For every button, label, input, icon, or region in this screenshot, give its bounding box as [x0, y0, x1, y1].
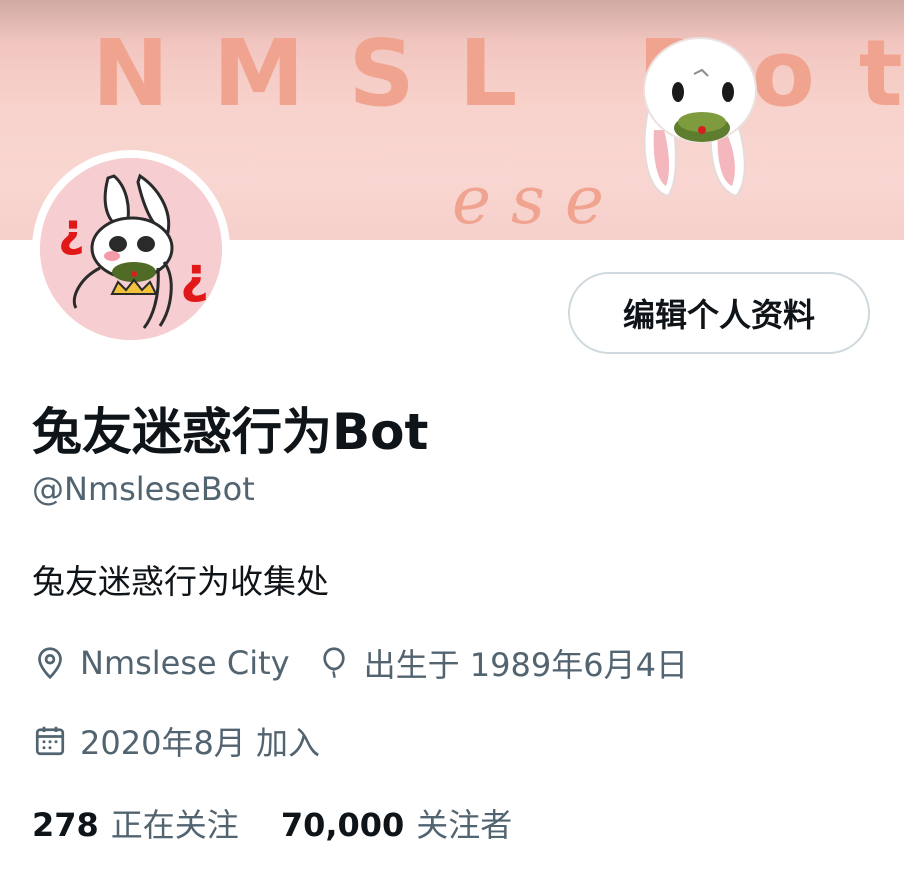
following-count: 278: [32, 806, 99, 844]
avatar-rabbit-image: ¿ ¿: [40, 158, 222, 340]
following-label: 正在关注: [110, 806, 239, 844]
profile-stats: 278 正在关注 70,000 关注者: [32, 800, 554, 846]
profile-avatar[interactable]: ¿ ¿: [32, 150, 230, 348]
profile-location-text: Nmslese City: [80, 644, 290, 682]
svg-text:¿: ¿: [58, 203, 85, 257]
location-pin-icon: [32, 645, 68, 681]
profile-bio: 兔友迷惑行为收集处: [32, 562, 329, 601]
profile-meta-row-1: Nmslese City 出生于 1989年6月4日: [32, 640, 714, 686]
profile-birthday-text: 出生于 1989年6月4日: [363, 646, 688, 684]
followers-label: 关注者: [416, 806, 513, 844]
profile-location: Nmslese City: [32, 644, 290, 682]
profile-handle: @NmsleseBot: [32, 470, 255, 508]
following-link[interactable]: 278 正在关注: [32, 800, 239, 846]
profile-birthday: 出生于 1989年6月4日: [316, 640, 688, 686]
svg-text:¿: ¿: [180, 246, 209, 304]
profile-display-name: 兔友迷惑行为Bot: [32, 403, 429, 461]
profile-joined-text: 2020年8月 加入: [80, 724, 320, 762]
profile-meta-row-2: 2020年8月 加入: [32, 718, 346, 764]
followers-link[interactable]: 70,000 关注者: [281, 800, 513, 846]
profile-joined: 2020年8月 加入: [32, 718, 320, 764]
followers-count: 70,000: [280, 806, 405, 844]
balloon-icon: [316, 645, 352, 681]
edit-profile-button[interactable]: 编辑个人资料: [568, 272, 870, 354]
calendar-icon: [32, 723, 68, 759]
